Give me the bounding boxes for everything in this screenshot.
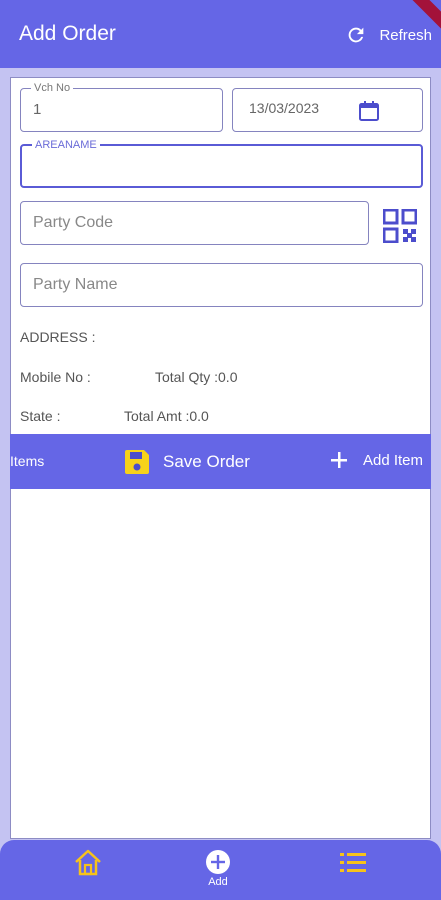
address-label: ADDRESS : [20,329,96,345]
save-icon [125,450,149,474]
refresh-icon [349,27,364,43]
plus-icon [330,452,347,468]
total-amt-label: Total Amt :0.0 [124,408,209,424]
app-bar: Add Order Refresh [0,0,441,68]
calendar-icon[interactable] [357,99,381,128]
nav-add-label: Add [208,876,228,888]
add-circle-icon [206,850,230,874]
refresh-label: Refresh [379,26,432,44]
vch-no-field[interactable]: Vch No 1 [20,81,223,132]
nav-list[interactable] [340,852,366,874]
items-tab[interactable]: Items [10,453,44,469]
page-title: Add Order [19,22,116,45]
party-name-placeholder: Party Name [33,276,118,293]
party-code-placeholder: Party Code [33,214,114,231]
order-action-bar: Items Save Order Add Item [10,434,431,489]
date-field[interactable]: 13/03/2023 [232,88,423,132]
save-order-label: Save Order [163,452,250,471]
list-icon [340,853,366,872]
vch-no-value: 1 [33,101,42,118]
mobile-label: Mobile No : [20,369,91,385]
areaname-field[interactable]: AREANAME [20,138,423,188]
party-name-field[interactable]: Party Name [20,263,423,307]
home-icon [75,849,101,876]
nav-home[interactable] [73,848,103,878]
state-label: State : [20,408,61,424]
vch-no-label: Vch No [31,81,74,95]
areaname-label: AREANAME [32,138,100,152]
add-item-button[interactable]: Add Item [329,450,423,470]
nav-add[interactable]: Add [205,849,231,888]
save-order-button[interactable]: Save Order [123,448,250,476]
add-item-label: Add Item [362,451,423,469]
refresh-button[interactable]: Refresh [345,22,432,48]
bottom-navigation: Add [0,840,441,900]
total-qty-label: Total Qty :0.0 [155,369,238,385]
date-value: 13/03/2023 [249,100,320,116]
party-code-field[interactable]: Party Code [20,201,369,245]
qr-code-icon[interactable] [382,208,418,248]
